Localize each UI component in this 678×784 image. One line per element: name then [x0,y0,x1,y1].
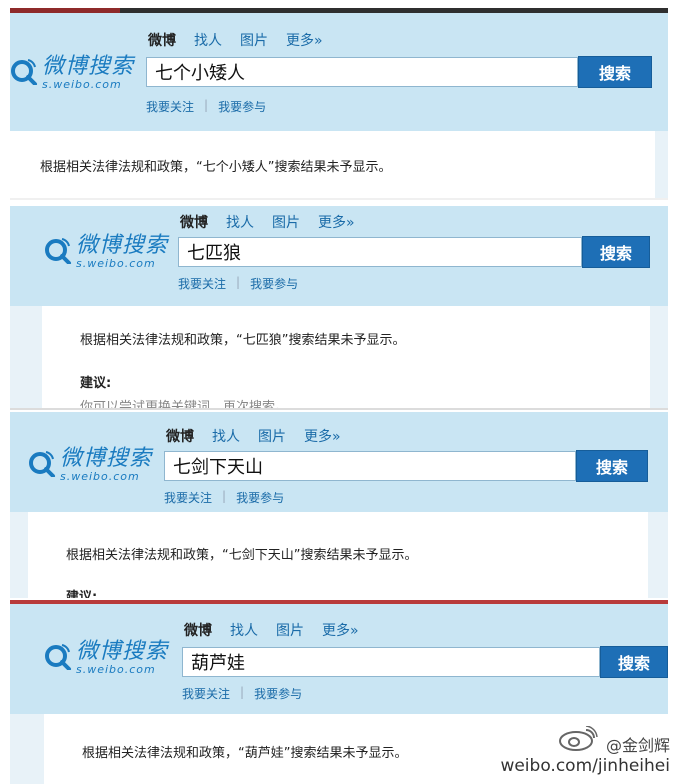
tab-images[interactable]: 图片 [258,426,286,446]
tab-people[interactable]: 找人 [230,620,258,640]
weibo-logo-icon [29,451,55,477]
panel-divider [10,408,668,410]
weibo-eye-logo-icon [559,726,598,751]
search-button[interactable]: 搜索 [576,450,648,482]
follow-link[interactable]: 我要关注 [178,275,226,292]
result-area: 根据相关法律法规和政策，“七个小矮人”搜索结果未予显示。 [10,131,655,198]
search-tabs: 微博 找人 图片 更多» [180,212,355,232]
participate-link[interactable]: 我要参与 [218,98,266,115]
result-area: 根据相关法律法规和政策，“七剑下天山”搜索结果未予显示。 建议: [28,512,648,598]
blocked-message: 根据相关法律法规和政策，“葫芦娃”搜索结果未予显示。 [82,746,408,761]
search-button[interactable]: 搜索 [578,56,652,88]
weibo-logo-icon [11,59,37,85]
logo-url: s.weibo.com [76,663,156,676]
follow-link[interactable]: 我要关注 [182,685,230,702]
tab-weibo[interactable]: 微博 [148,30,176,50]
suggestion-title: 建议: [66,590,98,598]
tab-weibo[interactable]: 微博 [180,212,208,232]
search-input[interactable]: 七个小矮人 [146,57,578,87]
tab-images[interactable]: 图片 [276,620,304,640]
search-panel-1: 微博搜索 s.weibo.com 微博 找人 图片 更多» 七个小矮人 搜索 我… [10,8,668,198]
sub-links: 我要关注 | 我要参与 [164,489,285,506]
suggestion-title: 建议: [80,376,112,391]
logo-url: s.weibo.com [76,257,156,270]
tab-more[interactable]: 更多» [322,620,359,640]
search-header: 微博搜索 s.weibo.com 微博 找人 图片 更多» 七剑下天山 搜索 我… [10,412,668,512]
search-header: 微博搜索 s.weibo.com 微博 找人 图片 更多» 葫芦娃 搜索 我要关… [10,604,668,714]
search-panel-3: 微博搜索 s.weibo.com 微博 找人 图片 更多» 七剑下天山 搜索 我… [10,412,668,598]
logo-title: 微博搜索 [60,446,153,471]
search-tabs: 微博 找人 图片 更多» [184,620,359,640]
search-panel-2: 微博搜索 s.weibo.com 微博 找人 图片 更多» 七匹狼 搜索 我要关… [10,206,668,408]
logo-url: s.weibo.com [42,78,122,91]
tab-weibo[interactable]: 微博 [166,426,194,446]
blocked-message: 根据相关法律法规和政策，“七剑下天山”搜索结果未予显示。 [66,548,418,563]
logo-title: 微博搜索 [42,54,135,79]
blocked-message: 根据相关法律法规和政策，“七匹狼”搜索结果未予显示。 [80,333,406,348]
weibo-search-logo[interactable]: 微博搜索 s.weibo.com [10,55,134,91]
tab-people[interactable]: 找人 [194,30,222,50]
logo-title: 微博搜索 [76,233,169,258]
follow-link[interactable]: 我要关注 [164,489,212,506]
panel-divider [10,198,668,200]
watermark-site: weibo.com/jinheihei [500,756,670,776]
weibo-search-logo[interactable]: 微博搜索 s.weibo.com [28,447,152,483]
tab-more[interactable]: 更多» [286,30,323,50]
search-input[interactable]: 葫芦娃 [182,647,600,677]
search-header: 微博搜索 s.weibo.com 微博 找人 图片 更多» 七匹狼 搜索 我要关… [10,206,668,306]
search-tabs: 微博 找人 图片 更多» [166,426,341,446]
sub-links: 我要关注 | 我要参与 [182,685,303,702]
search-tabs: 微博 找人 图片 更多» [148,30,323,50]
search-input[interactable]: 七剑下天山 [164,451,576,481]
search-input[interactable]: 七匹狼 [178,237,582,267]
tab-people[interactable]: 找人 [226,212,254,232]
watermark-handle: @金剑辉 [605,736,670,755]
search-button[interactable]: 搜索 [600,646,668,678]
weibo-logo-icon [45,238,71,264]
tab-images[interactable]: 图片 [240,30,268,50]
weibo-search-logo[interactable]: 微博搜索 s.weibo.com [44,234,168,270]
participate-link[interactable]: 我要参与 [254,685,302,702]
tab-images[interactable]: 图片 [272,212,300,232]
tab-more[interactable]: 更多» [318,212,355,232]
participate-link[interactable]: 我要参与 [236,489,284,506]
sub-links: 我要关注 | 我要参与 [146,98,267,115]
weibo-search-logo[interactable]: 微博搜索 s.weibo.com [44,640,168,676]
logo-url: s.weibo.com [60,470,140,483]
follow-link[interactable]: 我要关注 [146,98,194,115]
weibo-logo-icon [45,644,71,670]
search-header: 微博搜索 s.weibo.com 微博 找人 图片 更多» 七个小矮人 搜索 我… [10,13,668,131]
search-button[interactable]: 搜索 [582,236,650,268]
tab-people[interactable]: 找人 [212,426,240,446]
tab-more[interactable]: 更多» [304,426,341,446]
blocked-message: 根据相关法律法规和政策，“七个小矮人”搜索结果未予显示。 [40,160,392,175]
suggestion-text: 你可以尝试更换关键词，再次搜索。 [80,400,289,408]
logo-title: 微博搜索 [76,639,169,664]
participate-link[interactable]: 我要参与 [250,275,298,292]
sub-links: 我要关注 | 我要参与 [178,275,299,292]
result-area: 根据相关法律法规和政策，“七匹狼”搜索结果未予显示。 建议: 你可以尝试更换关键… [42,306,650,408]
tab-weibo[interactable]: 微博 [184,620,212,640]
